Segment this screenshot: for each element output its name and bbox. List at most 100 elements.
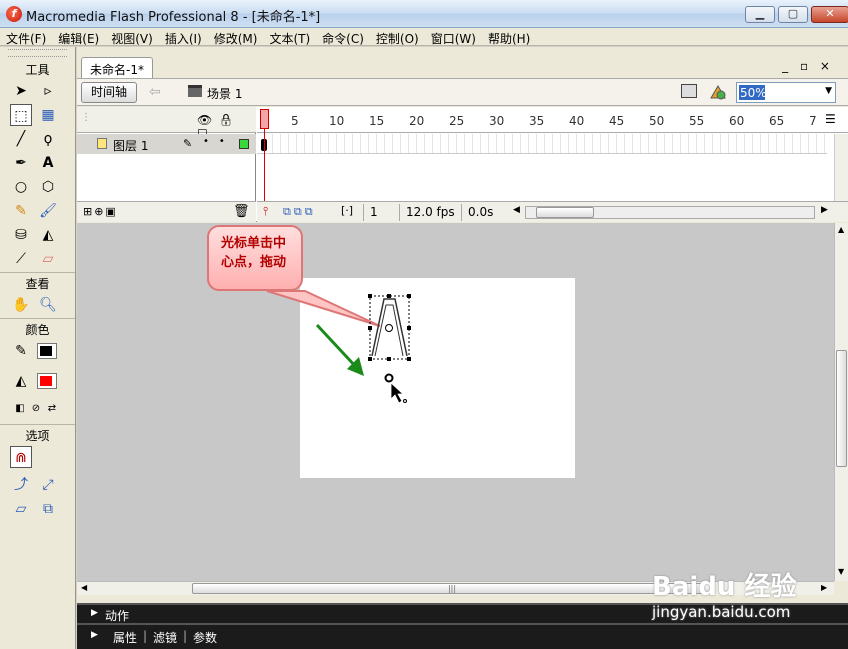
timeline-toggle-button[interactable]: 时间轴	[81, 82, 137, 103]
frame-grid[interactable]	[257, 134, 827, 154]
document-tab-bar: 未命名-1* _ ▫ ×	[77, 55, 848, 79]
zoom-input[interactable]	[739, 85, 765, 100]
scrollbar-thumb[interactable]: |||	[192, 583, 712, 594]
modify-onion-markers-icon[interactable]: [·]	[341, 204, 353, 217]
scroll-down-icon[interactable]: ▼	[838, 567, 844, 576]
scroll-right-icon[interactable]: ▶	[821, 205, 828, 215]
free-transform-tool-icon[interactable]: ⬚	[10, 104, 32, 126]
menu-view[interactable]: 视图(V)	[105, 28, 159, 47]
menu-text[interactable]: 文本(T)	[263, 28, 316, 47]
center-frame-icon[interactable]: ⫯	[263, 204, 268, 219]
timeline-horizontal-scrollbar[interactable]	[525, 206, 815, 219]
transform-handle[interactable]	[368, 294, 372, 298]
panel-grip[interactable]	[8, 49, 67, 57]
properties-panel-bar[interactable]: ▶ 属性 | 滤镜 | 参数	[77, 623, 848, 649]
document-tab[interactable]: 未命名-1*	[81, 57, 153, 79]
transform-handle[interactable]	[368, 326, 372, 330]
default-colors-icon[interactable]: ◧	[14, 398, 26, 420]
transform-handle[interactable]	[368, 357, 372, 361]
fill-color-swatch[interactable]	[37, 373, 57, 389]
lasso-tool-icon[interactable]: ϙ	[37, 128, 59, 150]
menu-help[interactable]: 帮助(H)	[482, 28, 536, 47]
scene-label[interactable]: 场景 1	[207, 85, 242, 102]
eraser-tool-icon[interactable]: ▱	[37, 248, 59, 270]
menu-commands[interactable]: 命令(C)	[316, 28, 370, 47]
minimize-button[interactable]: ▁	[745, 6, 775, 23]
subselection-tool-icon[interactable]: ▹	[37, 80, 59, 102]
scroll-left-icon[interactable]: ◀	[513, 205, 520, 215]
window-title: Macromedia Flash Professional 8 - [未命名-1…	[26, 10, 321, 25]
selected-shape[interactable]	[368, 294, 411, 361]
properties-tab[interactable]: 属性	[113, 629, 137, 646]
eyedropper-tool-icon[interactable]: ⟋	[10, 248, 32, 270]
paint-bucket-tool-icon[interactable]: ◭	[37, 224, 59, 246]
transform-handle[interactable]	[387, 357, 391, 361]
snap-to-objects-icon[interactable]: ⋒	[10, 446, 32, 468]
expand-triangle-icon[interactable]: ▶	[91, 630, 98, 640]
polystar-tool-icon[interactable]: ⬡	[37, 176, 59, 198]
expand-triangle-icon[interactable]: ▶	[91, 608, 98, 618]
stage-vertical-scrollbar[interactable]: ▲ ▼	[834, 223, 848, 581]
actions-panel-label[interactable]: 动作	[105, 607, 129, 624]
scroll-up-icon[interactable]: ▲	[838, 225, 844, 234]
onion-skin-icons[interactable]: ⧉⧉⧉	[283, 205, 316, 219]
scroll-left-icon[interactable]: ◀	[81, 583, 87, 592]
back-arrow-icon[interactable]: ⇦	[149, 84, 161, 100]
filters-tab[interactable]: 滤镜	[153, 629, 177, 646]
pen-tool-icon[interactable]: ✒	[10, 152, 32, 174]
outline-color-square[interactable]	[239, 139, 249, 149]
layer-name[interactable]: 图层 1	[113, 137, 148, 154]
edit-symbols-icon[interactable]	[709, 84, 727, 100]
menu-edit[interactable]: 编辑(E)	[52, 28, 105, 47]
selection-tool-icon[interactable]: ➤	[10, 80, 32, 102]
dragged-center-point[interactable]	[384, 373, 394, 383]
no-color-icon[interactable]: ⊘	[30, 398, 42, 420]
layer-row[interactable]: 图层 1 ✎ ••	[77, 134, 256, 154]
ink-bottle-tool-icon[interactable]: ⛁	[10, 224, 32, 246]
edit-scene-icon[interactable]	[681, 84, 697, 98]
menu-file[interactable]: 文件(F)	[0, 28, 52, 47]
rotate-skew-icon[interactable]: ⤴	[10, 474, 32, 496]
transform-handle[interactable]	[407, 294, 411, 298]
frame-ruler[interactable]: 1 5 10 15 20 25 30 35 40 45 50 55 60 65 …	[257, 107, 848, 133]
timeline-vertical-scrollbar[interactable]	[834, 134, 848, 201]
menu-window[interactable]: 窗口(W)	[425, 28, 482, 47]
scrollbar-thumb[interactable]	[836, 350, 847, 467]
menu-modify[interactable]: 修改(M)	[208, 28, 264, 47]
distort-icon[interactable]: ▱	[10, 498, 32, 520]
pasteboard[interactable]: 光标单击中 心点，拖动	[77, 223, 834, 581]
transform-center-point[interactable]	[385, 324, 393, 332]
scrollbar-thumb[interactable]	[536, 207, 594, 218]
oval-tool-icon[interactable]: ○	[10, 176, 32, 198]
close-button[interactable]: ✕	[811, 6, 848, 23]
parameters-tab[interactable]: 参数	[193, 629, 217, 646]
zoom-tool-icon[interactable]: 🔍︎	[37, 294, 59, 316]
chevron-down-icon[interactable]: ▼	[825, 86, 832, 96]
line-tool-icon[interactable]: ╱	[10, 128, 32, 150]
swap-colors-icon[interactable]: ⇄	[46, 398, 58, 420]
timeline-panel: ⋮ 👁︎🔒︎☐ 图层 1 ✎ •• ⊞⊕▣ 🗑︎ 1 5 10 15 20	[77, 107, 848, 222]
frame-view-menu-icon[interactable]: ☰	[825, 112, 836, 126]
layer-visibility-lock-dots[interactable]: ••	[203, 136, 235, 147]
view-title: 查看	[0, 272, 75, 294]
document-window-controls[interactable]: _ ▫ ×	[782, 59, 834, 73]
menu-control[interactable]: 控制(O)	[370, 28, 425, 47]
maximize-button[interactable]: ▢	[778, 6, 808, 23]
transform-handle[interactable]	[387, 294, 391, 298]
zoom-select[interactable]: ▼	[736, 82, 836, 103]
stroke-color-swatch[interactable]	[37, 343, 57, 359]
scroll-right-icon[interactable]: ▶	[821, 583, 827, 592]
transform-handle[interactable]	[407, 357, 411, 361]
text-tool-icon[interactable]: A	[37, 152, 59, 174]
gradient-transform-tool-icon[interactable]: ▦	[37, 104, 59, 126]
trash-icon[interactable]: 🗑︎	[233, 204, 250, 219]
transform-handle[interactable]	[407, 326, 411, 330]
envelope-icon[interactable]: ⧉	[37, 498, 59, 520]
playhead[interactable]	[260, 109, 269, 129]
scale-icon[interactable]: ⤢	[37, 474, 59, 496]
brush-tool-icon[interactable]: 🖌	[37, 200, 59, 222]
add-layer-icons[interactable]: ⊞⊕▣	[83, 205, 118, 218]
hand-tool-icon[interactable]: ✋	[10, 294, 32, 316]
pencil-tool-icon[interactable]: ✎	[10, 200, 32, 222]
menu-insert[interactable]: 插入(I)	[159, 28, 208, 47]
